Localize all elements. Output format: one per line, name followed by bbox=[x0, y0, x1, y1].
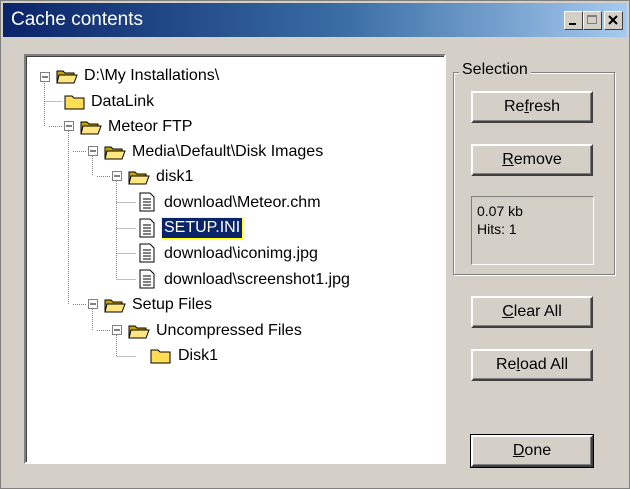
open-folder-icon bbox=[128, 325, 150, 339]
close-icon bbox=[608, 15, 618, 25]
tree-node-label[interactable]: DataLink bbox=[89, 92, 156, 112]
collapse-toggle[interactable] bbox=[112, 171, 122, 181]
minimize-icon bbox=[569, 23, 576, 25]
tree-node-label[interactable]: download\Meteor.chm bbox=[162, 193, 323, 213]
minus-icon bbox=[42, 76, 48, 78]
tree-node-label[interactable]: Setup Files bbox=[130, 295, 214, 315]
selection-info-box: 0.07 kb Hits: 1 bbox=[471, 196, 594, 265]
tree-node-label-selected[interactable]: SETUP.INI bbox=[160, 217, 244, 239]
minimize-button[interactable] bbox=[564, 11, 583, 30]
minus-icon bbox=[90, 150, 96, 152]
window-title: Cache contents bbox=[11, 9, 144, 30]
minus-icon bbox=[90, 303, 96, 305]
close-button[interactable] bbox=[604, 11, 623, 30]
maximize-button[interactable] bbox=[583, 11, 602, 30]
clear-all-button[interactable]: Clear All bbox=[471, 296, 593, 328]
clear-all-accesskey: C bbox=[502, 303, 514, 320]
tree-node-label[interactable]: Disk1 bbox=[176, 346, 220, 366]
open-folder-icon bbox=[80, 121, 102, 135]
minus-icon bbox=[66, 125, 72, 127]
document-icon bbox=[139, 269, 155, 289]
tree-node-label[interactable]: Media\Default\Disk Images bbox=[130, 142, 325, 162]
maximize-icon bbox=[587, 15, 597, 24]
tree-node-label[interactable]: D:\My Installations\ bbox=[82, 66, 221, 86]
done-label-post: one bbox=[524, 442, 552, 459]
done-accesskey: D bbox=[512, 442, 525, 459]
refresh-button[interactable]: Refresh bbox=[471, 91, 593, 123]
tree-node-label[interactable]: download\iconimg.jpg bbox=[162, 244, 320, 264]
tree-node-label[interactable]: Meteor FTP bbox=[106, 117, 194, 137]
collapse-toggle[interactable] bbox=[88, 146, 98, 156]
folder-icon bbox=[64, 95, 85, 110]
reload-all-label-pre: Re bbox=[495, 356, 517, 373]
open-folder-icon bbox=[104, 299, 126, 313]
tree-node-label[interactable]: disk1 bbox=[154, 167, 195, 187]
folder-icon bbox=[150, 349, 171, 364]
open-folder-icon bbox=[128, 171, 150, 185]
collapse-toggle[interactable] bbox=[112, 325, 122, 335]
selection-legend: Selection bbox=[459, 61, 531, 79]
cache-tree-view[interactable]: D:\My Installations\ DataLink Meteor FTP… bbox=[24, 54, 446, 464]
minus-icon bbox=[114, 175, 120, 177]
cache-contents-window: Cache contents D:\My Installations\ Data… bbox=[0, 0, 630, 489]
tree-node-label[interactable]: download\screenshot1.jpg bbox=[162, 270, 352, 290]
remove-accesskey: R bbox=[502, 151, 514, 168]
minus-icon bbox=[114, 329, 120, 331]
done-button[interactable]: Done bbox=[470, 434, 594, 468]
hits-value: Hits: 1 bbox=[477, 221, 517, 237]
collapse-toggle[interactable] bbox=[64, 121, 74, 131]
collapse-toggle[interactable] bbox=[88, 299, 98, 309]
document-icon bbox=[139, 243, 155, 263]
remove-label-post: emove bbox=[513, 151, 562, 168]
refresh-label-pre: Re bbox=[503, 98, 525, 115]
reload-all-button[interactable]: Reload All bbox=[471, 349, 593, 381]
open-folder-icon bbox=[104, 146, 126, 160]
cache-size-value: 0.07 kb bbox=[477, 203, 523, 219]
collapse-toggle[interactable] bbox=[40, 72, 50, 82]
refresh-label-post: resh bbox=[528, 98, 561, 115]
reload-all-label-post: oad All bbox=[519, 356, 569, 373]
remove-button[interactable]: Remove bbox=[471, 144, 593, 176]
document-icon bbox=[139, 218, 155, 238]
tree-node-label[interactable]: Uncompressed Files bbox=[154, 321, 304, 341]
clear-all-label-post: lear All bbox=[513, 303, 562, 320]
open-folder-icon bbox=[56, 70, 78, 84]
title-bar[interactable]: Cache contents bbox=[3, 3, 627, 37]
document-icon bbox=[139, 192, 155, 212]
